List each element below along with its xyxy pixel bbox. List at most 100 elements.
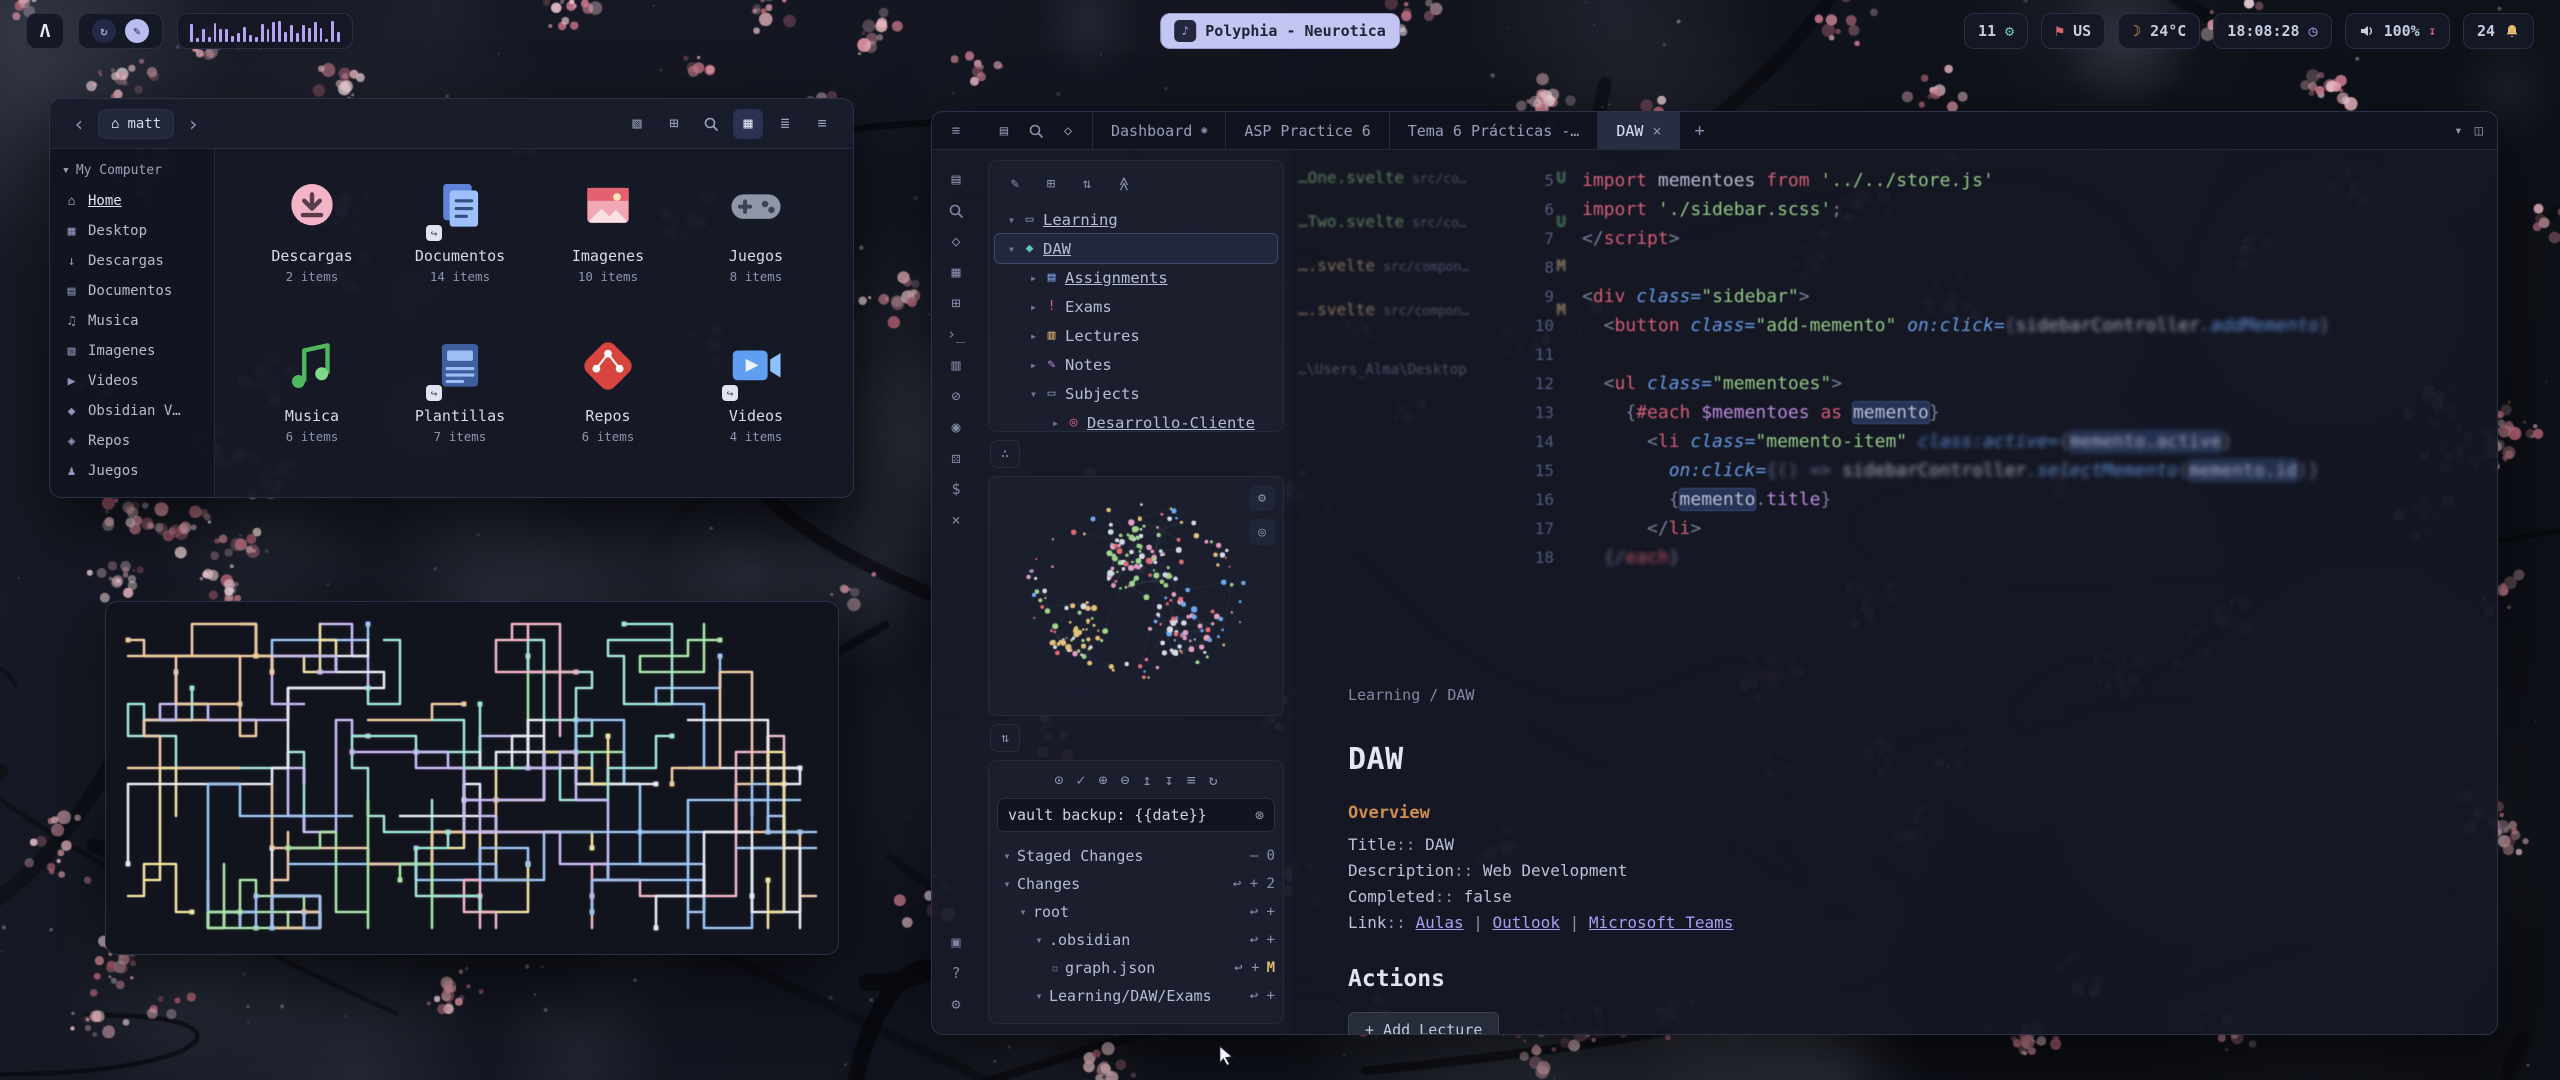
sidebar-item-repos[interactable]: ◈Repos (50, 426, 214, 456)
pencil-button[interactable]: ✎ (1001, 171, 1029, 197)
status-pill-updates[interactable]: 11⚙ (1964, 13, 2028, 49)
chevron-down-icon[interactable]: ▾ (1025, 387, 1042, 401)
ribbon-settings-button[interactable]: ⚙ (941, 989, 971, 1020)
chevron-right-icon[interactable]: ▸ (1025, 329, 1042, 343)
workspace-switcher[interactable]: ↻✎ (78, 13, 163, 49)
menu-button[interactable]: ≡ (807, 109, 837, 139)
tab-tema-6-pr-cticas-[interactable]: Tema 6 Prácticas -… (1390, 112, 1599, 149)
status-pill-notifications[interactable]: 24 (2463, 13, 2534, 49)
workspace-1[interactable]: ↻ (92, 19, 116, 43)
ribbon-unlink-button[interactable]: ⊘ (941, 381, 971, 412)
link-aulas[interactable]: Aulas (1415, 913, 1463, 932)
workspace-2[interactable]: ✎ (125, 19, 149, 43)
status-pill-volume[interactable]: 100%↧ (2345, 13, 2450, 49)
tree-item-subjects[interactable]: ▾▭Subjects (995, 379, 1277, 408)
ribbon-search-button[interactable] (941, 195, 971, 226)
git-row-root[interactable]: ▾root↩ + (997, 898, 1275, 926)
ribbon-files-button[interactable]: ▤ (941, 164, 971, 195)
git-lines-button[interactable]: ≡ (1187, 773, 1196, 788)
chevron-down-icon[interactable]: ▾ (2454, 124, 2462, 138)
status-pill-clock[interactable]: 18:08:28◷ (2213, 13, 2331, 49)
sidebar-item-descargas[interactable]: ↓Descargas (50, 246, 214, 276)
graph-panel-icon[interactable]: ∴ (990, 440, 1020, 468)
search-button[interactable] (696, 109, 726, 139)
chevron-down-icon[interactable]: ▾ (1015, 905, 1031, 919)
tab-asp-practice-6[interactable]: ASP Practice 6 (1226, 112, 1389, 149)
git-row-graph-json[interactable]: ▫graph.json↩ + M (997, 954, 1275, 982)
ribbon-close-button[interactable]: × (941, 505, 971, 536)
sidebar-item-juegos[interactable]: ♟Juegos (50, 456, 214, 486)
chevron-down-icon[interactable]: ▾ (1031, 933, 1047, 947)
sidebar-item-documentos[interactable]: ▤Documentos (50, 276, 214, 306)
list-button[interactable]: ≣ (770, 109, 800, 139)
graph-filter-button[interactable]: ◎ (1249, 519, 1275, 545)
ribbon-help-button[interactable]: ? (941, 958, 971, 989)
chevron-right-icon[interactable]: ▸ (1047, 416, 1064, 430)
git-circle-button[interactable]: ⊙ (1054, 773, 1063, 788)
sidebar-header[interactable]: ▾ My Computer (50, 161, 214, 186)
ribbon-terminal-button[interactable]: ›_ (941, 319, 971, 350)
menu-icon[interactable]: ≡ (932, 112, 980, 149)
tree-item-daw[interactable]: ▾◆DAW (995, 234, 1277, 263)
chevron-down-icon[interactable]: ▾ (1031, 989, 1047, 1003)
clear-commit-icon[interactable]: ⊗ (1255, 808, 1264, 823)
tree-item-exams[interactable]: ▸!Exams (995, 292, 1277, 321)
git-down-button[interactable]: ↧ (1165, 773, 1174, 788)
tree-item-assignments[interactable]: ▸▤Assignments (995, 263, 1277, 292)
status-pill-weather[interactable]: ☽24°C (2118, 13, 2200, 49)
launcher-button[interactable]: Λ (26, 13, 64, 49)
folder-juegos[interactable]: Juegos8 items (685, 167, 827, 327)
chevron-right-icon[interactable]: ▸ (1025, 358, 1042, 372)
ribbon-dollar-button[interactable]: $ (941, 474, 971, 505)
pane-tab-files-button[interactable]: ▤ (990, 117, 1018, 145)
git-up-button[interactable]: ↥ (1143, 773, 1152, 788)
nav-forward-button[interactable]: › (180, 112, 206, 136)
sidebar-item-imagenes[interactable]: ▧Imagenes (50, 336, 214, 366)
grid-button[interactable]: ▦ (733, 109, 763, 139)
image-button[interactable]: ▧ (622, 109, 652, 139)
ribbon-grid-button[interactable]: ▦ (941, 257, 971, 288)
git-panel-icon[interactable]: ⇅ (990, 724, 1020, 752)
tree-item-learning[interactable]: ▾▭Learning (995, 205, 1277, 234)
sidebar-item-musica[interactable]: ♫Musica (50, 306, 214, 336)
collapse-button[interactable]: ≪ (1109, 171, 1137, 197)
git-row-staged-changes[interactable]: ▾Staged Changes— 0 (997, 842, 1275, 870)
folder-descargas[interactable]: Descargas2 items (241, 167, 383, 327)
folder-documentos[interactable]: ↪Documentos14 items (389, 167, 531, 327)
editor-area[interactable]: 5import mementoes from '../../store.js'6… (1292, 150, 2497, 1034)
folder-plus-button[interactable]: ⊞ (659, 109, 689, 139)
git-row-changes[interactable]: ▾Changes↩ + 2 (997, 870, 1275, 898)
ribbon-vault-button[interactable]: ▣ (941, 927, 971, 958)
chevron-down-icon[interactable]: ▾ (1003, 242, 1020, 256)
pipes-art-window[interactable] (105, 601, 839, 955)
folder-plus-button[interactable]: ⊞ (1037, 171, 1065, 197)
link-outlook[interactable]: Outlook (1493, 913, 1560, 932)
folder-imagenes[interactable]: Imagenes10 items (537, 167, 679, 327)
sidebar-item-videos[interactable]: ▶Videos (50, 366, 214, 396)
pane-tab-bookmark-button[interactable]: ◇ (1054, 117, 1082, 145)
ribbon-book-button[interactable]: ▥ (941, 350, 971, 381)
git-refresh-button[interactable]: ↻ (1209, 773, 1218, 788)
folder-plantillas[interactable]: ↪Plantillas7 items (389, 327, 531, 487)
link-microsoft-teams[interactable]: Microsoft Teams (1589, 913, 1734, 932)
chevron-right-icon[interactable]: ▸ (1025, 300, 1042, 314)
button--add-lecture[interactable]: + Add Lecture (1348, 1012, 1499, 1034)
folder-repos[interactable]: Repos6 items (537, 327, 679, 487)
graph-gear-button[interactable]: ⚙ (1249, 485, 1275, 511)
new-tab-button[interactable]: + (1680, 112, 1718, 149)
git-plus-button[interactable]: ⊕ (1098, 773, 1107, 788)
commit-message-input[interactable] (1008, 806, 1255, 824)
file-manager-titlebar[interactable]: ‹ ⌂ matt › ▧⊞▦≣≡ (50, 99, 853, 149)
ribbon-camera-button[interactable]: ◉ (941, 412, 971, 443)
tree-item-notes[interactable]: ▸✎Notes (995, 350, 1277, 379)
sort-button[interactable]: ⇅ (1073, 171, 1101, 197)
chevron-down-icon[interactable]: ▾ (999, 877, 1015, 891)
folder-musica[interactable]: Musica6 items (241, 327, 383, 487)
git-row--obsidian[interactable]: ▾.obsidian↩ + (997, 926, 1275, 954)
ribbon-bookmark-button[interactable]: ◇ (941, 226, 971, 257)
close-tab-icon[interactable]: × (1652, 122, 1661, 140)
breadcrumb[interactable]: ⌂ matt (98, 109, 174, 139)
folder-videos[interactable]: ↪Videos4 items (685, 327, 827, 487)
ribbon-calendar-button[interactable]: ⊞ (941, 288, 971, 319)
chevron-right-icon[interactable]: ▸ (1025, 271, 1042, 285)
